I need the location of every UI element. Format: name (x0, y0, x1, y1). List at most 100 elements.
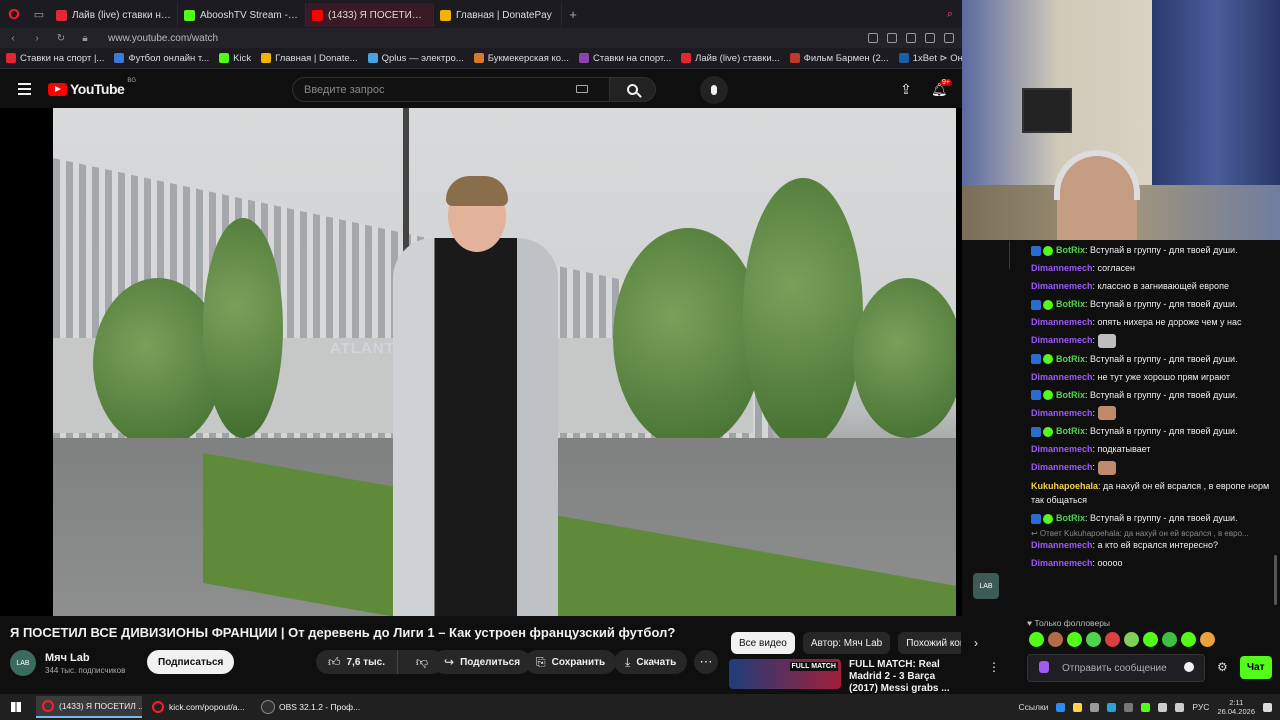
chat-username[interactable]: BotRix (1056, 426, 1085, 436)
download-button[interactable]: ⤓ Скачать (614, 650, 688, 674)
chat-username[interactable]: Dimannemech (1031, 281, 1093, 291)
chip-related[interactable]: Похожий контент (898, 632, 961, 654)
language-indicator[interactable]: РУС (1192, 702, 1209, 712)
browser-tab-active[interactable]: (1433) Я ПОСЕТИЛ ВС (306, 3, 434, 27)
vpn-icon[interactable] (906, 33, 916, 43)
more-actions-button[interactable]: ⋯ (694, 650, 718, 674)
save-button[interactable]: ⎘ Сохранить (525, 650, 617, 674)
browser-tab[interactable]: Лайв (live) ставки на Бас (50, 3, 178, 27)
links-toolbar[interactable]: Ссылки (1018, 702, 1048, 712)
send-chat-button[interactable]: Чат (1240, 656, 1272, 679)
notifications-icon[interactable] (1263, 702, 1272, 712)
youtube-logo[interactable]: YouTube BG (48, 78, 136, 97)
chat-username[interactable]: Kukuhapoehala (1031, 481, 1098, 491)
bookmark-item[interactable]: Букмекерская ко... (473, 53, 569, 64)
menu-icon[interactable] (0, 83, 48, 95)
pin-icon[interactable] (868, 33, 878, 43)
recommendation-menu-icon[interactable]: ⋮ (988, 660, 1000, 674)
chat-username[interactable]: Dimannemech (1031, 540, 1093, 550)
search-input[interactable] (292, 77, 610, 102)
emote-icon[interactable] (1143, 632, 1158, 647)
tray-app-icon[interactable] (1073, 702, 1083, 712)
chat-scrollbar-thumb[interactable] (1274, 555, 1277, 605)
chip-by-author[interactable]: Автор: Мяч Lab (802, 632, 891, 654)
emote-icon[interactable] (1048, 632, 1063, 647)
chat-username[interactable]: BotRix (1056, 245, 1085, 255)
new-tab-button[interactable]: + (562, 7, 584, 22)
upload-icon[interactable]: ⇪ (899, 82, 913, 96)
chat-username[interactable]: Dimannemech (1031, 408, 1093, 418)
chat-username[interactable]: BotRix (1056, 513, 1085, 523)
video-player[interactable]: ATLANT (0, 108, 962, 616)
forward-icon[interactable]: › (30, 33, 44, 44)
chat-username[interactable]: Dimannemech (1031, 372, 1093, 382)
emote-icon[interactable] (1181, 632, 1196, 647)
heart-icon[interactable] (944, 33, 954, 43)
gear-icon[interactable]: ⚙ (1217, 660, 1228, 674)
taskbar-item[interactable]: kick.com/popout/a... (146, 696, 252, 718)
emoji-picker-icon[interactable] (1184, 662, 1194, 672)
chat-username[interactable]: Dimannemech (1031, 317, 1093, 327)
chat-username[interactable]: Dimannemech (1031, 462, 1093, 472)
tray-app-icon[interactable] (1107, 702, 1117, 712)
volume-icon[interactable] (1175, 702, 1185, 712)
chat-username[interactable]: BotRix (1056, 354, 1085, 364)
tray-app-icon[interactable] (1056, 702, 1066, 712)
recommended-video[interactable]: FULL MATCH FULL MATCH: Real Madrid 2 - 3… (729, 659, 959, 694)
chat-username[interactable]: BotRix (1056, 390, 1085, 400)
tray-app-icon[interactable] (1090, 702, 1100, 712)
chat-badge-icon[interactable] (1039, 661, 1049, 673)
chat-username[interactable]: Dimannemech (1031, 558, 1093, 568)
taskbar-item[interactable]: OBS 32.1.2 - Проф... (256, 696, 362, 718)
browser-tab[interactable]: AbooshTV Stream - Watch (178, 3, 306, 27)
back-icon[interactable]: ‹ (6, 33, 20, 44)
bookmark-item[interactable]: Лайв (live) ставки... (681, 53, 780, 64)
chevron-right-icon[interactable]: › (974, 636, 978, 650)
recommended-thumbnail[interactable]: FULL MATCH (729, 659, 841, 689)
search-button[interactable] (610, 77, 656, 102)
chip-all-videos[interactable]: Все видео (731, 632, 795, 654)
chat-username[interactable]: BotRix (1056, 299, 1085, 309)
bookmark-item[interactable]: Qplus — электро... (367, 53, 464, 64)
share-button[interactable]: ↪ Поделиться (433, 650, 532, 674)
opera-menu-icon[interactable]: O (0, 0, 28, 28)
browser-tab[interactable]: Главная | DonatePay (434, 3, 562, 27)
bookmark-item[interactable]: Ставки на спорт... (578, 53, 671, 64)
chat-message-input[interactable] (1027, 654, 1205, 682)
chat-username[interactable]: Dimannemech (1031, 335, 1093, 345)
bookmark-item[interactable]: Футбол онлайн т... (114, 53, 209, 64)
chat-username[interactable]: Dimannemech (1031, 263, 1093, 273)
emote-icon[interactable] (1029, 632, 1044, 647)
channel-name[interactable]: Мяч Lab (45, 652, 125, 664)
reload-icon[interactable]: ↻ (54, 33, 68, 44)
snapshot-icon[interactable] (887, 33, 897, 43)
keyboard-icon[interactable] (576, 85, 588, 93)
emote-icon[interactable] (1162, 632, 1177, 647)
channel-avatar[interactable]: LAB (10, 650, 36, 676)
bookmark-item[interactable]: Главная | Donate... (261, 53, 358, 64)
tray-app-icon[interactable] (1141, 702, 1151, 712)
subscribe-button[interactable]: Подписаться (147, 650, 235, 674)
recommended-title[interactable]: FULL MATCH: Real Madrid 2 - 3 Barça (201… (849, 659, 959, 694)
tab-islands-icon[interactable]: ▭ (28, 0, 50, 28)
tray-app-icon[interactable] (1124, 702, 1134, 712)
bookmark-item[interactable]: Kick (219, 53, 251, 64)
reply-reference[interactable]: ↩ Ответ Kukuhapoehala: да нахуй он ей вс… (1031, 529, 1276, 538)
chat-username[interactable]: Dimannemech (1031, 444, 1093, 454)
bookmark-item[interactable]: Ставки на спорт |... (6, 53, 104, 64)
emote-icon[interactable] (1067, 632, 1082, 647)
voice-search-button[interactable] (700, 76, 728, 104)
bookmark-item[interactable]: 1xBet ⊳ Онлайн с... (898, 53, 962, 64)
emote-icon[interactable] (1086, 632, 1101, 647)
emote-icon[interactable] (1105, 632, 1120, 647)
tab-search-icon[interactable]: ⌕ (938, 8, 962, 21)
emote-icon[interactable] (1124, 632, 1139, 647)
bookmark-item[interactable]: Фильм Бармен (2... (789, 53, 889, 64)
player-icon[interactable] (925, 33, 935, 43)
network-icon[interactable] (1158, 702, 1168, 712)
windows-start-icon[interactable] (0, 694, 32, 720)
like-button[interactable]: 👍︎ 7,6 тыс. (316, 650, 399, 674)
url-field[interactable]: www.youtube.com/watch (108, 33, 218, 44)
emote-icon[interactable] (1200, 632, 1215, 647)
taskbar-item[interactable]: (1433) Я ПОСЕТИЛ ... (36, 696, 142, 718)
